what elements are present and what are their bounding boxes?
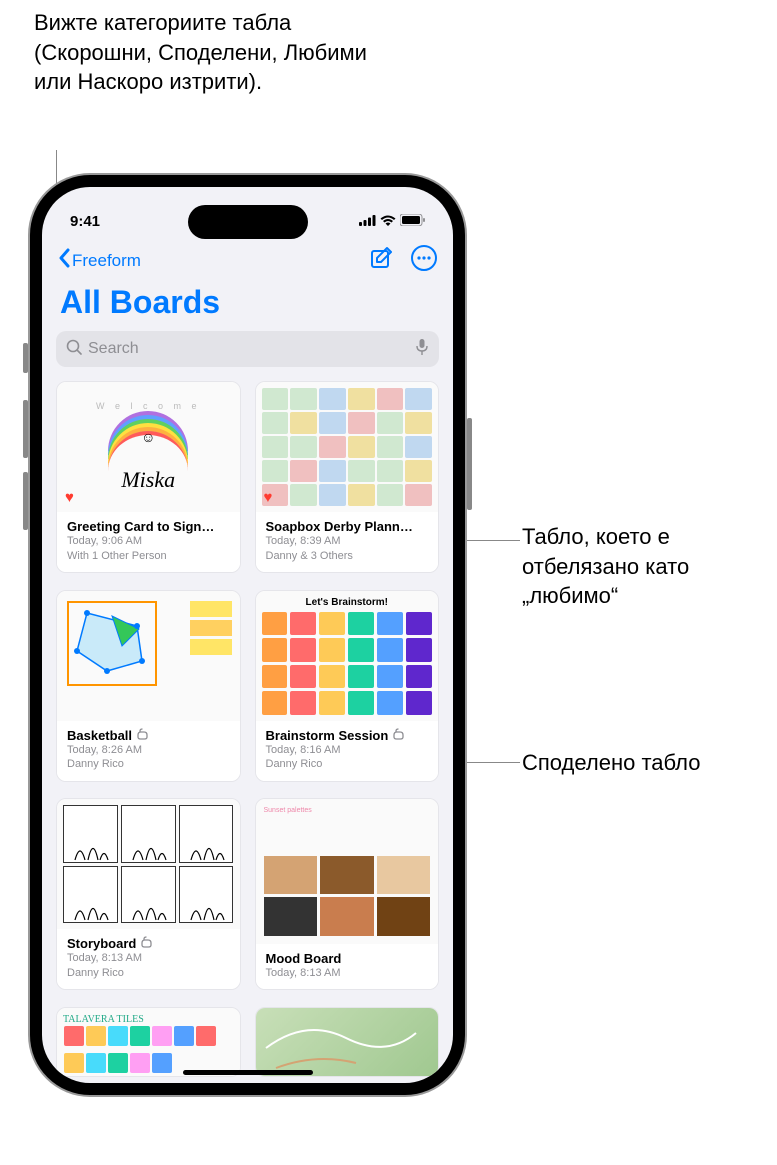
chevron-left-icon — [58, 248, 70, 273]
dynamic-island — [188, 205, 308, 239]
phone-vol-down — [23, 472, 28, 530]
phone-power — [467, 418, 472, 510]
card-title: Soapbox Derby Plann… — [266, 519, 429, 534]
shared-icon — [140, 936, 153, 951]
compose-icon[interactable] — [369, 246, 393, 275]
callout-shared: Споделено табло — [522, 748, 700, 778]
cellular-icon — [359, 213, 376, 230]
more-icon[interactable] — [411, 245, 437, 276]
board-card[interactable]: Basketball Today, 8:26 AM Danny Rico — [56, 590, 241, 782]
board-card[interactable]: W e l c o m e☺Miska ♥ Greeting Card to S… — [56, 381, 241, 573]
card-title: Brainstorm Session — [266, 728, 429, 743]
status-indicators — [359, 213, 425, 230]
card-title: Basketball — [67, 728, 230, 743]
favorite-icon: ♥ — [65, 489, 74, 506]
board-card[interactable]: ♥ Soapbox Derby Plann… Today, 8:39 AM Da… — [255, 381, 440, 573]
card-footer: Storyboard Today, 8:13 AM Danny Rico — [57, 929, 240, 989]
shared-icon — [136, 728, 149, 743]
boards-grid: W e l c o m e☺Miska ♥ Greeting Card to S… — [42, 377, 453, 1083]
card-sub: Danny Rico — [67, 757, 230, 771]
phone-switch — [23, 343, 28, 373]
card-thumbnail — [256, 1008, 439, 1076]
card-title: Mood Board — [266, 951, 429, 966]
card-thumbnail: TALAVERA TILES — [57, 1008, 240, 1076]
card-footer: Mood Board Today, 8:13 AM — [256, 944, 439, 989]
card-thumbnail: ♥ — [256, 382, 439, 512]
card-thumbnail: Sunset palettes — [256, 799, 439, 944]
board-card[interactable]: Let's Brainstorm! Brainstorm Session Tod… — [255, 590, 440, 782]
shared-icon — [392, 728, 405, 743]
page-title: All Boards — [42, 280, 453, 327]
screen: 9:41 Freeform — [42, 187, 453, 1083]
battery-icon — [400, 213, 425, 230]
callout-categories: Вижте категориите табла (Скорошни, Споде… — [34, 8, 394, 97]
search-placeholder: Search — [88, 340, 409, 358]
card-time: Today, 8:13 AM — [266, 966, 429, 980]
card-time: Today, 8:13 AM — [67, 951, 230, 965]
card-title: Storyboard — [67, 936, 230, 951]
card-thumbnail — [57, 799, 240, 929]
card-time: Today, 9:06 AM — [67, 534, 230, 548]
wifi-icon — [380, 213, 396, 230]
back-label: Freeform — [72, 251, 141, 271]
card-footer: Soapbox Derby Plann… Today, 8:39 AM Dann… — [256, 512, 439, 572]
card-thumbnail: W e l c o m e☺Miska ♥ — [57, 382, 240, 512]
search-input[interactable]: Search — [56, 331, 439, 367]
card-sub: With 1 Other Person — [67, 549, 230, 563]
search-icon — [66, 339, 82, 360]
card-footer: Greeting Card to Sign… Today, 9:06 AM Wi… — [57, 512, 240, 572]
nav-bar: Freeform — [42, 237, 453, 280]
card-footer: Basketball Today, 8:26 AM Danny Rico — [57, 721, 240, 781]
board-card[interactable]: Sunset palettes Mood Board Today, 8:13 A… — [255, 798, 440, 990]
favorite-icon: ♥ — [264, 489, 273, 506]
board-card[interactable] — [255, 1007, 440, 1077]
board-card[interactable]: TALAVERA TILES — [56, 1007, 241, 1077]
card-time: Today, 8:16 AM — [266, 743, 429, 757]
mic-icon[interactable] — [415, 338, 429, 361]
callout-favorite: Табло, което е отбелязано като „любимо“ — [522, 522, 777, 611]
card-sub: Danny & 3 Others — [266, 549, 429, 563]
card-sub: Danny Rico — [67, 966, 230, 980]
home-indicator[interactable] — [183, 1070, 313, 1075]
card-time: Today, 8:39 AM — [266, 534, 429, 548]
status-time: 9:41 — [70, 213, 100, 230]
phone-vol-up — [23, 400, 28, 458]
card-thumbnail — [57, 591, 240, 721]
back-button[interactable]: Freeform — [58, 248, 141, 273]
phone-frame: 9:41 Freeform — [30, 175, 465, 1095]
card-title: Greeting Card to Sign… — [67, 519, 230, 534]
board-card[interactable]: Storyboard Today, 8:13 AM Danny Rico — [56, 798, 241, 990]
card-footer: Brainstorm Session Today, 8:16 AM Danny … — [256, 721, 439, 781]
card-sub: Danny Rico — [266, 757, 429, 771]
card-time: Today, 8:26 AM — [67, 743, 230, 757]
card-thumbnail: Let's Brainstorm! — [256, 591, 439, 721]
